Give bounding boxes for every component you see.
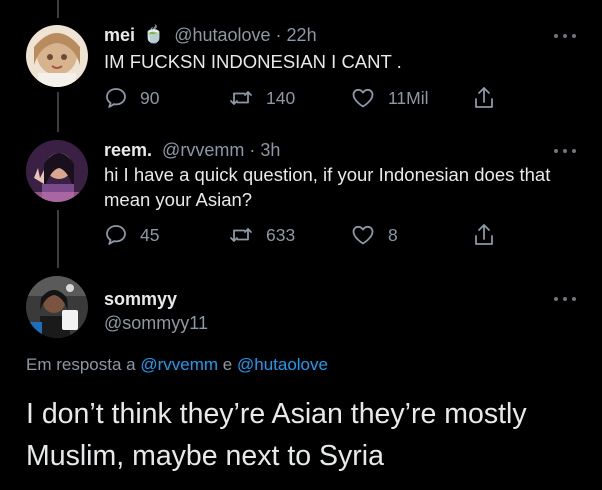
author-block: sommyy @sommyy11 — [104, 287, 208, 335]
display-name[interactable]: reem. — [104, 140, 152, 161]
user-handle[interactable]: @sommyy11 — [104, 311, 208, 335]
avatar-image-sommyy — [26, 276, 88, 338]
tweet-actions: 90 140 11Mil — [104, 84, 514, 112]
thread-line-2 — [57, 210, 59, 268]
main-tweet-text: I don’t think they’re Asian they’re most… — [26, 398, 527, 472]
like-icon — [352, 88, 374, 108]
display-name[interactable]: mei — [104, 25, 135, 46]
user-handle[interactable]: @hutaolove — [174, 25, 270, 46]
avatar-image-mei — [26, 25, 88, 87]
user-handle[interactable]: @rvvemm — [162, 140, 244, 161]
reply-conjunction: e — [222, 355, 233, 374]
reply-count: 90 — [140, 87, 160, 108]
retweet-count: 140 — [266, 87, 296, 108]
reply-icon — [106, 88, 126, 108]
more-icon[interactable] — [554, 33, 576, 39]
tweet-header: mei 🍵 @hutaolove · 22h — [104, 22, 317, 48]
retweet-icon — [230, 228, 252, 242]
tweet-text: IM FUCKSN INDONESIAN I CANT . — [104, 51, 402, 72]
retweet-count: 633 — [266, 224, 296, 245]
reply-button[interactable]: 45 — [104, 221, 159, 249]
retweet-icon — [230, 91, 252, 105]
like-button[interactable]: 11Mil — [350, 84, 429, 112]
tweet-thread: mei 🍵 @hutaolove · 22h IM FUCKSN INDONES… — [0, 0, 602, 490]
tea-emoji-icon: 🍵 — [143, 25, 165, 44]
separator-dot: · — [275, 24, 282, 45]
like-icon — [352, 225, 374, 245]
reply-count: 45 — [140, 224, 160, 245]
retweet-button[interactable]: 140 — [228, 84, 295, 112]
tweet-header: reem. @rvvemm · 3h — [104, 137, 280, 163]
share-button[interactable] — [472, 221, 496, 249]
avatar[interactable] — [26, 25, 88, 87]
share-icon — [475, 224, 493, 245]
mention-link[interactable]: @rvvemm — [140, 355, 218, 374]
avatar-image-reem — [26, 140, 88, 202]
reply-context: Em resposta a @rvvemm e @hutaolove — [26, 355, 328, 375]
more-icon[interactable] — [554, 296, 576, 302]
thread-line-top — [57, 0, 59, 18]
reply-prefix: Em resposta a — [26, 355, 136, 374]
more-icon[interactable] — [554, 148, 576, 154]
display-name[interactable]: sommyy — [104, 287, 208, 311]
timestamp[interactable]: 22h — [287, 25, 317, 46]
share-button[interactable] — [472, 84, 496, 112]
share-icon — [475, 87, 493, 108]
reply-icon — [106, 225, 126, 245]
retweet-button[interactable]: 633 — [228, 221, 295, 249]
mention-link[interactable]: @hutaolove — [237, 355, 328, 374]
timestamp[interactable]: 3h — [260, 140, 280, 161]
reply-button[interactable]: 90 — [104, 84, 159, 112]
thread-line-1 — [57, 92, 59, 132]
like-button[interactable]: 8 — [350, 221, 398, 249]
avatar[interactable] — [26, 140, 88, 202]
like-count: 8 — [388, 224, 398, 245]
separator-dot: · — [249, 139, 256, 160]
tweet-actions: 45 633 8 — [104, 221, 514, 249]
avatar[interactable] — [26, 276, 88, 338]
like-count: 11Mil — [388, 87, 429, 108]
tweet-text: hi I have a quick question, if your Indo… — [104, 164, 551, 210]
